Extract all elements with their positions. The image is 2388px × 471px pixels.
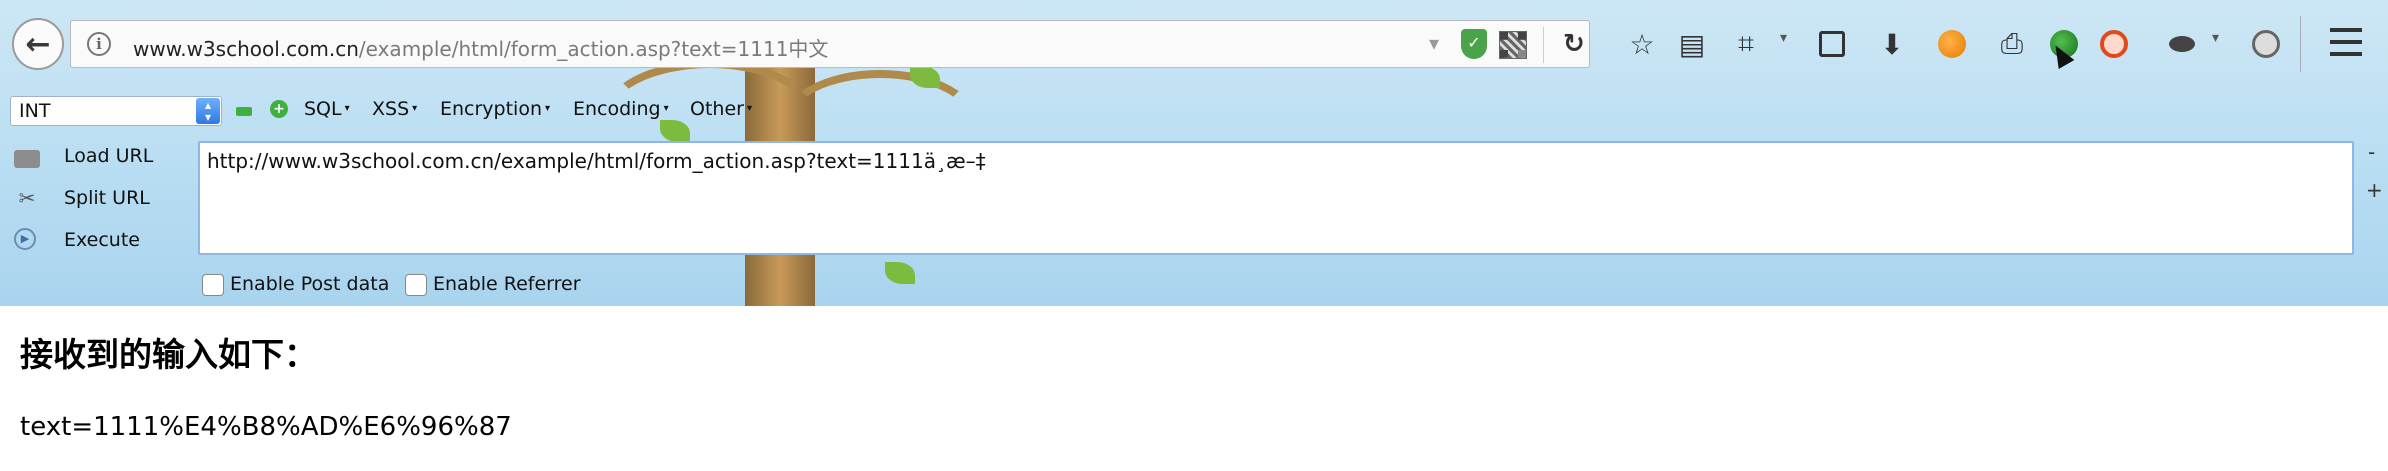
select-arrows-icon: ▴ ▾ [196, 98, 220, 124]
play-icon: ▶ [14, 228, 36, 250]
increase-icon[interactable]: + [270, 100, 288, 118]
enable-post-data-option[interactable]: Enable Post data [202, 272, 402, 298]
hamburger-menu-icon[interactable] [2330, 28, 2362, 56]
chevron-down-icon: ▾ [412, 103, 418, 114]
shield-icon[interactable]: ✓ [1461, 29, 1487, 59]
load-url-icon [14, 150, 40, 168]
bookmark-star-icon[interactable]: ☆ [1622, 24, 1662, 64]
divider [1543, 27, 1544, 63]
enable-referrer-checkbox[interactable] [405, 274, 427, 296]
execute-label: Execute [64, 229, 140, 251]
back-arrow-icon: ← [25, 26, 51, 62]
chevron-down-icon: ▾ [746, 103, 752, 114]
received-input-text: text=1111%E4%B8%AD%E6%96%87 [20, 412, 512, 442]
encoding-select-value: INT [19, 100, 51, 122]
enable-referrer-label: Enable Referrer [433, 273, 581, 295]
enable-post-data-label: Enable Post data [230, 273, 390, 295]
address-bar-url[interactable]: www.w3school.com.cn/example/html/form_ac… [133, 33, 828, 62]
chevron-down-icon: ▾ [344, 103, 350, 114]
menu-sql[interactable]: SQL ▾ [304, 98, 350, 120]
download-icon[interactable]: ⬇ [1872, 24, 1912, 64]
bug-extension-icon[interactable] [2162, 24, 2202, 64]
shrink-textarea-button[interactable]: - [2368, 140, 2375, 164]
scissors-icon: ✂ [18, 186, 36, 210]
split-url-label: Split URL [64, 187, 150, 209]
back-button[interactable]: ← [12, 18, 64, 70]
reload-icon[interactable]: ↻ [1563, 29, 1585, 59]
crop-screenshot-icon[interactable]: ⌗ [1726, 24, 1766, 64]
enable-referrer-option[interactable]: Enable Referrer [405, 272, 595, 298]
load-url-label: Load URL [64, 145, 154, 167]
menu-encoding[interactable]: Encoding ▾ [573, 98, 669, 120]
browser-window: ← i www.w3school.com.cn/example/html/for… [0, 0, 2388, 471]
hackbar-url-textarea[interactable]: http://www.w3school.com.cn/example/html/… [198, 141, 2354, 255]
print-icon[interactable]: ⎙ [1992, 24, 2032, 64]
leaf-decoration [885, 262, 915, 284]
page-content: 接收到的输入如下： text=1111%E4%B8%AD%E6%96%87 [0, 306, 2388, 471]
hackbar-toolbar: INT ▴ ▾ + SQL ▾ XSS ▾ Encryption ▾ Encoding ▾… [0, 88, 2388, 132]
url-host: www.w3school.com.cn [133, 37, 359, 61]
globe-extension-icon[interactable] [2246, 24, 2286, 64]
url-dropdown-icon[interactable]: ▾ [1429, 31, 1439, 55]
qr-code-icon[interactable] [1499, 31, 1527, 59]
grow-textarea-button[interactable]: + [2366, 178, 2383, 202]
blocker-extension-icon[interactable] [2094, 24, 2134, 64]
load-url-button[interactable]: Load URL [8, 140, 188, 176]
chevron-down-icon: ▾ [663, 103, 669, 114]
execute-button[interactable]: ▶ Execute [8, 224, 188, 260]
page-heading: 接收到的输入如下： [20, 335, 317, 374]
address-bar[interactable]: i www.w3school.com.cn/example/html/form_… [70, 20, 1590, 68]
encoding-select[interactable]: INT ▴ ▾ [10, 96, 222, 126]
decrease-icon[interactable] [236, 107, 252, 116]
info-icon[interactable]: i [87, 32, 111, 56]
chevron-down-icon[interactable]: ▾ [1780, 30, 1787, 46]
menu-other[interactable]: Other ▾ [690, 98, 752, 120]
chevron-down-icon[interactable]: ▾ [2212, 30, 2219, 46]
url-path: /example/html/form_action.asp?text=1111中… [358, 37, 829, 61]
divider [2300, 16, 2301, 72]
navigation-bar: ← i www.w3school.com.cn/example/html/for… [0, 0, 2388, 88]
extension-square-icon[interactable] [1812, 24, 1852, 64]
firebug-extension-icon[interactable] [1932, 24, 1972, 64]
enable-post-data-checkbox[interactable] [202, 274, 224, 296]
menu-encryption[interactable]: Encryption ▾ [440, 98, 550, 120]
chevron-down-icon: ▾ [545, 103, 551, 114]
menu-xss[interactable]: XSS ▾ [372, 98, 417, 120]
split-url-button[interactable]: ✂ Split URL [8, 182, 188, 218]
reader-view-icon[interactable]: ▤ [1672, 24, 1712, 64]
